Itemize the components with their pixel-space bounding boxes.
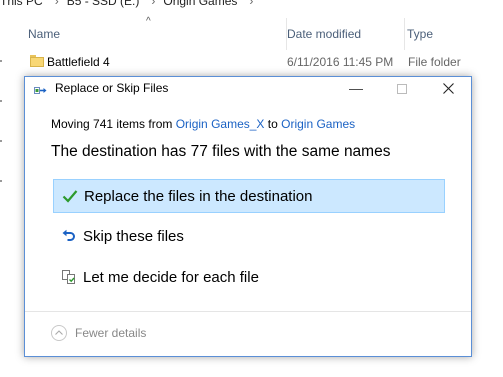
file-row[interactable]: Battlefield 4 6/11/2016 11:45 PM File fo… bbox=[22, 50, 503, 74]
dialog-footer: Fewer details bbox=[25, 311, 471, 356]
file-date: 6/11/2016 11:45 PM bbox=[287, 55, 394, 69]
file-move-icon bbox=[34, 83, 48, 95]
breadcrumb-separator-icon: › bbox=[249, 0, 254, 8]
maximize-button[interactable] bbox=[379, 77, 425, 101]
replace-files-option[interactable]: Replace the files in the destination bbox=[53, 179, 445, 213]
column-header-date[interactable]: Date modified bbox=[281, 18, 405, 50]
dialog-title: Replace or Skip Files bbox=[55, 81, 169, 95]
skip-arrow-icon bbox=[61, 228, 77, 244]
file-name: Battlefield 4 bbox=[47, 55, 110, 69]
moving-mid: to bbox=[264, 117, 282, 131]
fewer-details-button[interactable]: Fewer details bbox=[75, 326, 146, 340]
maximize-icon bbox=[397, 84, 407, 94]
skip-files-label: Skip these files bbox=[83, 228, 184, 245]
minimize-button[interactable]: — bbox=[333, 77, 379, 101]
close-button[interactable] bbox=[425, 77, 471, 101]
replace-files-label: Replace the files in the destination bbox=[84, 188, 313, 205]
breadcrumb-item-folder[interactable]: Origin Games bbox=[163, 0, 237, 8]
breadcrumb-separator-icon: › bbox=[151, 0, 156, 8]
breadcrumb-item-this-pc[interactable]: This PC bbox=[0, 0, 43, 8]
replace-or-skip-dialog: Replace or Skip Files — Moving 741 items… bbox=[24, 76, 472, 357]
breadcrumb-item-drive[interactable]: B5 - SSD (E:) bbox=[67, 0, 140, 8]
nav-pane-edge bbox=[0, 60, 4, 220]
moving-summary: Moving 741 items from Origin Games_X to … bbox=[51, 117, 355, 131]
column-header-name[interactable]: Name bbox=[22, 18, 287, 50]
destination-folder-link[interactable]: Origin Games bbox=[281, 117, 355, 131]
breadcrumb-separator-icon: › bbox=[54, 0, 59, 8]
skip-files-option[interactable]: Skip these files bbox=[53, 220, 445, 254]
moving-prefix: Moving 741 items from bbox=[51, 117, 176, 131]
minimize-icon: — bbox=[349, 80, 363, 96]
chevron-up-icon[interactable] bbox=[51, 325, 67, 341]
conflict-headline: The destination has 77 files with the sa… bbox=[51, 143, 391, 160]
checkmark-icon bbox=[62, 188, 78, 204]
file-type: File folder bbox=[408, 55, 461, 69]
decide-each-file-option[interactable]: Let me decide for each file bbox=[53, 261, 445, 295]
dialog-titlebar[interactable]: Replace or Skip Files — bbox=[25, 77, 471, 101]
decide-each-file-label: Let me decide for each file bbox=[83, 269, 259, 286]
folder-icon bbox=[30, 55, 44, 67]
close-icon bbox=[442, 83, 454, 94]
breadcrumb: This PC › B5 - SSD (E:) › Origin Games › bbox=[0, 0, 261, 8]
compare-files-icon bbox=[61, 269, 77, 285]
source-folder-link[interactable]: Origin Games_X bbox=[176, 117, 265, 131]
column-header-type[interactable]: Type bbox=[401, 18, 503, 50]
